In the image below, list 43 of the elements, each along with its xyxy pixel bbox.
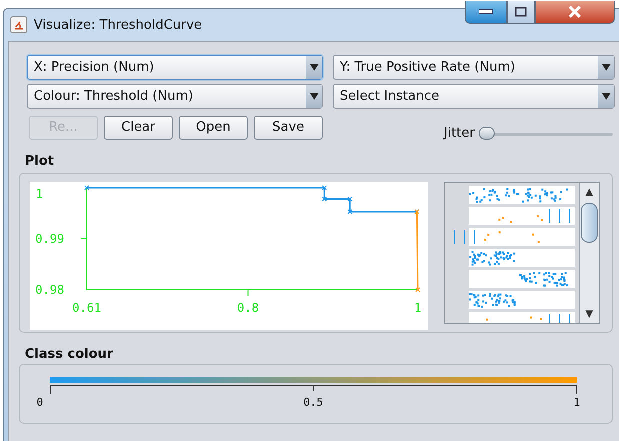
scrollbar-thumb[interactable] [581,203,598,243]
x-tick-label: 1 [414,301,422,315]
tick-label: 0.5 [304,396,324,409]
dropdown[interactable]: Colour: Threshold (Num) [27,84,323,109]
point [348,196,353,202]
tick-label: 0 [36,396,44,409]
slider-thumb[interactable] [479,126,495,140]
y-tick-label: 0.98 [36,283,64,297]
dropdown[interactable]: Y: True Positive Rate (Num) [333,55,615,80]
close-icon [568,6,582,18]
point [84,186,90,190]
point [416,288,420,292]
window-title: Visualize: ThresholdCurve [34,18,202,32]
y-tick-label: 0.99 [36,232,64,246]
scroll-up-arrow[interactable]: ▲ [586,183,594,201]
section-title: Class colour [25,347,114,362]
dropdown[interactable]: X: Precision (Num) [27,55,323,80]
toolbar-button[interactable]: Save [254,116,323,140]
dropdown-arrow-icon [310,93,318,100]
point [348,209,353,214]
dropdown-arrow-icon [310,64,318,71]
minimize-button[interactable] [465,1,507,24]
y-tick-label: 1 [36,187,44,201]
toolbar-button[interactable]: Clear [104,116,173,140]
section-title: Plot [25,154,56,169]
x-tick-label: 0.61 [72,301,102,315]
dropdown-arrow-icon [602,64,610,71]
scroll-down-arrow[interactable]: ▼ [586,305,594,323]
toolbar-button[interactable]: Open [179,116,248,140]
maximize-icon [515,7,527,17]
minimize-icon [479,9,493,15]
x-tick-label: 0.8 [237,301,260,315]
scrollbar[interactable]: ▲ ▼ [579,183,599,323]
point [322,186,328,190]
tick-label: 1 [574,396,580,409]
close-button[interactable] [535,1,615,24]
dropdown[interactable]: Select Instance [333,84,615,109]
maximize-button[interactable] [507,1,535,24]
jitter-slider[interactable] [479,126,613,142]
jitter-label: Jitter [444,126,475,141]
dropdown-arrow-icon [602,93,610,100]
point [322,196,328,202]
app-icon [10,16,28,34]
